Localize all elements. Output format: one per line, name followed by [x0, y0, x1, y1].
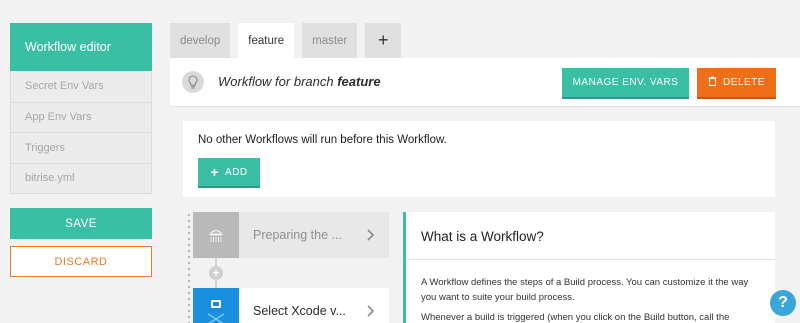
divider	[406, 259, 775, 260]
tab-master[interactable]: master	[302, 23, 358, 58]
branch-name: feature	[337, 74, 381, 89]
chevron-right-icon	[367, 225, 389, 246]
sidebar-item-label: Workflow editor	[25, 40, 111, 54]
shower-icon	[193, 212, 239, 258]
delete-button[interactable]: DELETE	[697, 68, 776, 97]
page-title: Workflow for branch feature	[218, 74, 381, 89]
drag-rail	[186, 212, 192, 323]
delete-label: DELETE	[723, 77, 765, 88]
step-item[interactable]: Select Xcode v...	[193, 288, 389, 323]
xcode-icon	[193, 288, 239, 323]
add-step-icon[interactable]: +	[209, 266, 223, 280]
sidebar: Workflow editor Secret Env Vars App Env …	[10, 23, 152, 194]
sidebar-item-label: bitrise.yml	[25, 172, 75, 185]
lightbulb-icon	[182, 71, 204, 93]
sidebar-item-label: Secret Env Vars	[25, 80, 104, 93]
sidebar-item-app-env-vars[interactable]: App Env Vars	[11, 101, 151, 133]
step-item[interactable]: Preparing the ...	[193, 212, 389, 258]
sidebar-item-workflow-editor[interactable]: Workflow editor	[10, 23, 152, 71]
workflow-header: Workflow for branch feature MANAGE ENV. …	[170, 58, 800, 107]
plus-icon: +	[210, 164, 220, 180]
add-label: ADD	[225, 166, 248, 178]
step-label: Preparing the ...	[253, 228, 342, 242]
trash-icon	[708, 76, 717, 89]
add-workflow-tab-button[interactable]: +	[365, 23, 402, 58]
branch-tabs: develop feature master +	[170, 23, 409, 58]
panel-paragraph: A Workflow defines the steps of a Build …	[421, 277, 749, 303]
discard-button[interactable]: DISCARD	[10, 246, 152, 277]
sidebar-item-secret-env-vars[interactable]: Secret Env Vars	[11, 71, 151, 102]
help-button[interactable]: ?	[770, 290, 796, 316]
sidebar-item-label: Triggers	[25, 141, 65, 154]
save-button[interactable]: SAVE	[10, 208, 152, 239]
sidebar-item-label: App Env Vars	[25, 111, 92, 124]
step-label: Select Xcode v...	[253, 304, 346, 318]
manage-env-vars-button[interactable]: MANAGE ENV. VARS	[562, 68, 689, 97]
tab-feature[interactable]: feature	[238, 23, 295, 58]
sidebar-item-bitrise-yml[interactable]: bitrise.yml	[11, 162, 151, 194]
chevron-right-icon	[367, 301, 389, 322]
panel-title: What is a Workflow?	[421, 229, 544, 244]
before-workflows-card: No other Workflows will run before this …	[183, 121, 775, 197]
before-workflows-text: No other Workflows will run before this …	[198, 134, 447, 146]
workflow-info-panel: What is a Workflow? A Workflow defines t…	[403, 212, 775, 323]
sidebar-list: Secret Env Vars App Env Vars Triggers bi…	[10, 71, 152, 194]
sidebar-item-triggers[interactable]: Triggers	[11, 132, 151, 163]
tab-develop[interactable]: develop	[170, 23, 231, 58]
panel-paragraph: Whenever a build is triggered (when you …	[421, 312, 730, 323]
title-prefix: Workflow for branch	[218, 74, 334, 89]
add-before-workflow-button[interactable]: + ADD	[198, 158, 260, 186]
